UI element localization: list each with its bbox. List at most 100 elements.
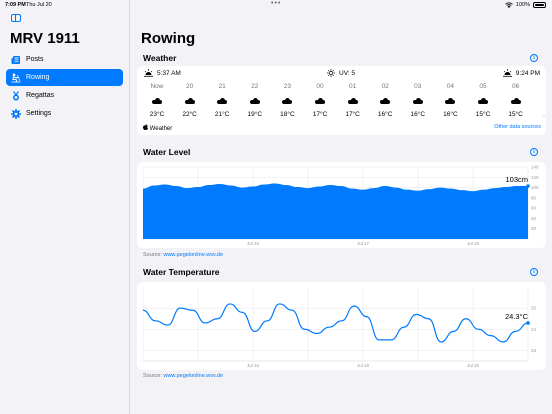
hour-column: 20 22°C bbox=[174, 83, 206, 118]
hour-temperature: 16°C bbox=[377, 111, 393, 118]
hour-label: 01 bbox=[348, 83, 357, 90]
scroll-indicator: · bbox=[543, 114, 545, 120]
rowing-icon bbox=[10, 72, 21, 83]
weather-section-title: Weather bbox=[143, 53, 177, 63]
sidebar-item-label: Settings bbox=[26, 110, 52, 117]
water-level-chart: 20 40 60 80 100 120 140 Jul 15 Jul 17 Jul 19 103cm bbox=[142, 165, 539, 246]
sidebar-item-label: Posts bbox=[26, 56, 44, 63]
water-level-card: 20 40 60 80 100 120 140 Jul 15 Jul 17 Jul 19 103cm bbox=[137, 162, 546, 248]
series-area bbox=[143, 183, 528, 239]
cloud-icon bbox=[206, 93, 238, 106]
x-tick-label: Jul 18 bbox=[357, 363, 370, 368]
y-tick-label: 100 bbox=[531, 185, 539, 190]
uv-text: UV: 5 bbox=[339, 69, 356, 77]
y-tick-label: 23 bbox=[531, 348, 537, 353]
x-tick-label: Jul 16 bbox=[247, 363, 260, 368]
hour-temperature: 22°C bbox=[182, 111, 197, 118]
hour-temperature: 17°C bbox=[312, 111, 328, 118]
sidebar-item-rowing[interactable]: Rowing bbox=[6, 69, 123, 86]
wifi-icon bbox=[505, 2, 513, 8]
sidebar-item-posts[interactable]: Posts bbox=[6, 51, 123, 68]
water-temperature-card: 23 24 25 Jul 16 Jul 18 Jul 20 24.3°C bbox=[137, 282, 546, 370]
cloud-icon bbox=[402, 93, 434, 106]
sidebar-item-label: Rowing bbox=[26, 74, 50, 81]
hour-column: 00 17°C bbox=[304, 83, 336, 118]
sidebar-item-settings[interactable]: Settings bbox=[6, 105, 123, 122]
source-link[interactable]: www.pegelonline.wsv.de bbox=[163, 252, 223, 258]
other-sources-link[interactable]: Other data sources bbox=[494, 124, 541, 130]
sunrise-time: 5:37 AM bbox=[157, 69, 181, 77]
y-tick-label: 60 bbox=[531, 206, 537, 211]
hour-column: 05 15°C bbox=[467, 83, 499, 118]
weather-card: 5:37 AM UV: 5 9:24 PM Now 23°C 20 22°C 21 21°… bbox=[137, 66, 546, 135]
cloud-icon bbox=[500, 93, 532, 106]
hour-column: 21 21°C bbox=[206, 83, 238, 118]
hour-temperature: 19°C bbox=[247, 111, 263, 118]
source-prefix: Source: bbox=[143, 252, 164, 258]
water-temperature-info-icon[interactable]: i bbox=[530, 268, 538, 276]
series-line bbox=[142, 303, 529, 343]
hour-label: 04 bbox=[446, 83, 454, 90]
hour-label: 05 bbox=[479, 83, 487, 90]
water-temperature-chart: 23 24 25 Jul 16 Jul 18 Jul 20 24.3°C bbox=[142, 287, 537, 368]
hour-label: 00 bbox=[316, 83, 324, 90]
current-value-label: 103cm bbox=[505, 175, 528, 184]
hour-column: 02 16°C bbox=[369, 83, 401, 118]
cloud-icon bbox=[271, 93, 303, 106]
battery-percent: 100% bbox=[515, 2, 530, 8]
weather-attribution: Weather bbox=[143, 124, 172, 132]
hour-column: 04 16°C bbox=[434, 83, 466, 118]
sidebar-toggle-icon[interactable] bbox=[11, 14, 21, 22]
x-tick-label: Jul 15 bbox=[247, 241, 260, 246]
y-tick-label: 140 bbox=[531, 165, 539, 170]
hour-column: 03 16°C bbox=[402, 83, 434, 118]
hour-temperature: 18°C bbox=[280, 111, 295, 118]
hour-temperature: 16°C bbox=[410, 111, 426, 118]
hour-column: 06 15°C bbox=[500, 83, 532, 118]
cloud-icon bbox=[369, 93, 401, 106]
weather-info-icon[interactable]: i bbox=[530, 54, 538, 62]
hour-temperature: 16°C bbox=[443, 111, 458, 118]
sidebar: MRV 1911 Posts Rowing Regattas Settings bbox=[0, 0, 130, 414]
y-tick-label: 80 bbox=[531, 195, 537, 200]
y-tick-label: 25 bbox=[531, 306, 537, 311]
weather-attribution-text: Weather bbox=[149, 126, 173, 132]
hour-column: 23 18°C bbox=[271, 83, 303, 118]
x-tick-label: Jul 17 bbox=[357, 241, 370, 246]
sun-icon bbox=[327, 69, 335, 77]
source-link[interactable]: www.pegelonline.wsv.de bbox=[163, 373, 223, 379]
water-level-info-icon[interactable]: i bbox=[530, 148, 538, 156]
current-value-point bbox=[526, 321, 530, 325]
y-tick-label: 120 bbox=[531, 175, 539, 180]
cloud-icon bbox=[174, 93, 206, 106]
sidebar-title: MRV 1911 bbox=[10, 30, 80, 47]
sidebar-item-regattas[interactable]: Regattas bbox=[6, 87, 123, 104]
source-prefix: Source: bbox=[143, 373, 164, 379]
sunrise-icon bbox=[144, 69, 153, 77]
hour-label: 20 bbox=[185, 83, 194, 90]
sunset: 9:24 PM bbox=[502, 69, 540, 77]
hour-label: 21 bbox=[218, 83, 226, 90]
sunrise: 5:37 AM bbox=[144, 69, 181, 77]
multitasking-dots[interactable]: ••• bbox=[271, 0, 281, 7]
cloud-icon bbox=[434, 93, 466, 106]
hour-label: 23 bbox=[283, 83, 291, 90]
x-tick-label: Jul 20 bbox=[467, 363, 480, 368]
battery-icon bbox=[533, 2, 546, 8]
status-date: Thu Jul 20 bbox=[26, 2, 52, 8]
main-content: Rowing Weather i 5:37 AM UV: 5 9:24 PM N… bbox=[131, 0, 552, 414]
hour-temperature: 15°C bbox=[475, 111, 491, 118]
cloud-icon bbox=[337, 93, 369, 106]
water-temperature-title: Water Temperature bbox=[143, 267, 220, 277]
status-right: 100% bbox=[505, 2, 546, 8]
hour-temperature: 21°C bbox=[214, 111, 230, 118]
status-bar: 7:09 PM Thu Jul 20 ••• 100% bbox=[0, 0, 552, 10]
current-value-point bbox=[526, 184, 530, 188]
sunset-icon bbox=[502, 69, 512, 77]
x-tick-label: Jul 19 bbox=[467, 241, 480, 246]
y-tick-label: 20 bbox=[531, 226, 537, 231]
hour-column: 01 17°C bbox=[337, 83, 369, 118]
apple-logo-icon bbox=[143, 124, 148, 130]
uv-index: UV: 5 bbox=[327, 69, 355, 77]
gear-icon bbox=[10, 108, 21, 119]
